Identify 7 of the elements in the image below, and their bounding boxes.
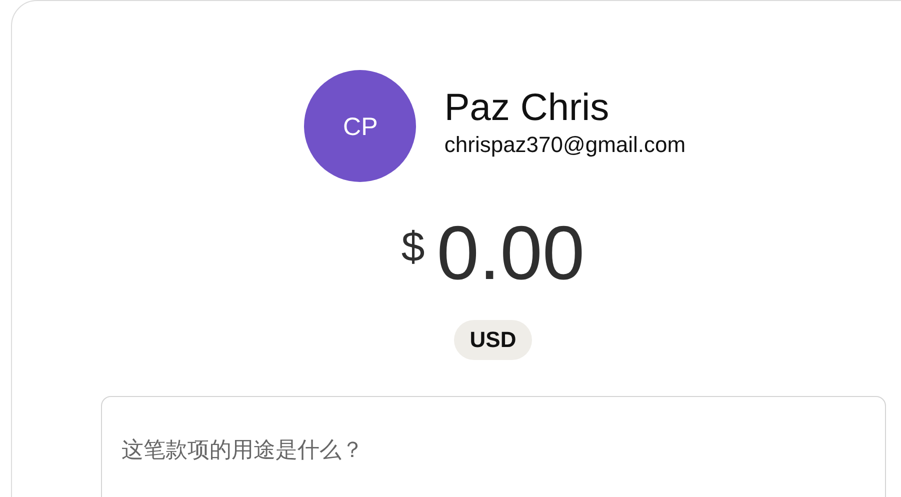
avatar: CP — [304, 70, 416, 182]
user-name: Paz Chris — [444, 86, 610, 131]
amount-value: 0.00 — [436, 212, 585, 296]
currency-symbol: $ — [401, 226, 425, 268]
user-email: chrispaz370@gmail.com — [444, 131, 686, 159]
currency-button[interactable]: USD — [454, 320, 532, 360]
note-field[interactable]: 这笔款项的用途是什么？ — [100, 396, 886, 497]
